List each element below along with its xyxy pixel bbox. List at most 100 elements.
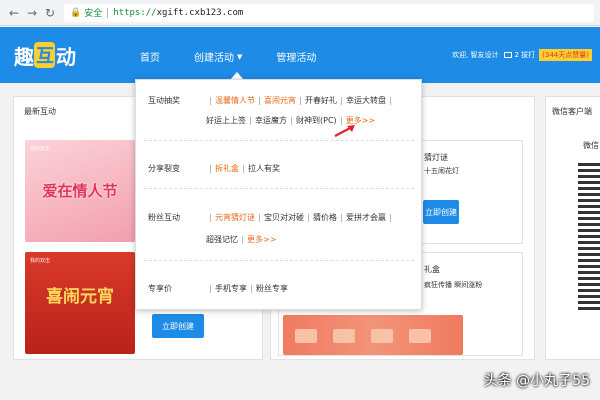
group-exclusive-line1: 手机专享 粉丝专享: [206, 283, 288, 294]
divider: [250, 116, 251, 125]
group-divider: [144, 188, 414, 189]
group-divider: [144, 260, 414, 261]
group-divider: [144, 140, 414, 141]
nav-manage-label: 管理活动: [276, 53, 317, 64]
nav-create-activity[interactable]: 创建活动 ▼: [194, 49, 243, 65]
logo-char-1: 趣: [14, 44, 34, 69]
nav-home-label: 首页: [140, 53, 160, 64]
divider: [291, 116, 292, 125]
qr-code: [578, 160, 600, 310]
user-area: 欢迎, 智友设计 2 拔打 (344天点赞量): [452, 49, 592, 61]
divider: [259, 213, 260, 222]
menu-item-guess-price[interactable]: 猜价格: [313, 212, 337, 223]
divider: [341, 213, 342, 222]
url-divider: [107, 7, 109, 18]
menu-item-mobile-exclusive[interactable]: 手机专享: [215, 283, 247, 294]
divider: [390, 96, 391, 105]
divider: [210, 96, 211, 105]
nav-home[interactable]: 首页: [140, 49, 160, 64]
divider: [210, 164, 211, 173]
menu-item-memory[interactable]: 超强记忆: [206, 234, 238, 245]
top-nav: 首页 创建活动 ▼ 管理活动: [140, 49, 350, 65]
promo-item: [295, 329, 317, 343]
group-fans-label: 粉丝互动: [148, 213, 180, 222]
menu-item-fight-to-win[interactable]: 爱拼才会赢: [346, 212, 386, 223]
chevron-down-icon: ▼: [237, 52, 243, 61]
menu-item-god-of-wealth[interactable]: 财神到(PC): [296, 115, 337, 126]
menu-item-invite-reward[interactable]: 拉人有奖: [248, 163, 280, 174]
watermark: 头条 @小丸子55: [483, 373, 590, 389]
menu-item-more-fans[interactable]: 更多>>: [247, 234, 276, 245]
user-greeting[interactable]: 欢迎, 智友设计: [452, 50, 498, 60]
messages-link[interactable]: 2 拔打: [504, 50, 535, 60]
back-icon[interactable]: ←: [6, 5, 22, 21]
promo-item: [371, 329, 393, 343]
logo-char-3: 动: [56, 44, 76, 69]
card-title: 爱在情人节: [42, 182, 118, 200]
divider: [243, 164, 244, 173]
messages-label: 2 拔打: [514, 51, 536, 59]
create-now-button[interactable]: 立即创建: [152, 314, 204, 338]
reload-icon[interactable]: ↻: [42, 5, 58, 21]
create-riddle-button[interactable]: 立即创建: [423, 200, 459, 224]
lantern-festival-template-card[interactable]: 我的双击 喜闹元宵: [25, 252, 135, 354]
promo-strip: [283, 315, 463, 355]
group-exclusive-label: 专享价: [148, 284, 172, 293]
menu-item-giftbox[interactable]: 拆礼盒: [215, 163, 239, 174]
menu-item-lucky-wheel[interactable]: 幸运大转盘: [346, 95, 386, 106]
annotation-arrow-icon: [334, 125, 355, 137]
wechat-client-title: 微信客户端: [552, 107, 592, 116]
menu-item-fan-exclusive[interactable]: 粉丝专享: [256, 283, 288, 294]
divider: [300, 96, 301, 105]
nav-manage-activity[interactable]: 管理活动: [276, 49, 316, 64]
valentine-template-card[interactable]: 我的双击 爱在情人节: [25, 140, 135, 242]
divider: [242, 235, 243, 244]
group-lottery-label: 互动抽奖: [148, 96, 180, 105]
url-scheme: https://: [113, 7, 157, 18]
divider: [210, 213, 211, 222]
create-activity-dropdown: 互动抽奖 温馨情人节 喜闹元宵 开春好礼 幸运大转盘 好运上上签 幸运魔方 财神…: [135, 79, 422, 310]
logo-char-2: 互: [34, 42, 55, 68]
divider: [259, 96, 260, 105]
card-tag: 我的双击: [30, 258, 51, 264]
days-badge[interactable]: (344天点赞量): [539, 49, 592, 61]
group-lottery-line1: 温馨情人节 喜闹元宵 开春好礼 幸运大转盘: [206, 95, 395, 106]
site-logo[interactable]: 趣 互 动: [14, 41, 76, 69]
promo-item: [409, 329, 431, 343]
group-fans-line2: 超强记忆 更多>>: [206, 234, 276, 245]
browser-address-bar: ← → ↻ 🔒 安全 https://xgift.cxb123.com: [0, 0, 600, 26]
promo-item: [333, 329, 355, 343]
divider: [251, 284, 252, 293]
lock-icon: 🔒: [70, 7, 82, 18]
site-header: 趣 互 动 首页 创建活动 ▼ 管理活动 欢迎, 智友设计 2 拔打 (344天点…: [0, 27, 600, 83]
menu-item-valentine[interactable]: 温馨情人节: [215, 95, 255, 106]
latest-activity-title: 最新互动: [24, 107, 56, 116]
group-share-line1: 拆礼盒 拉人有奖: [206, 163, 280, 174]
divider: [390, 213, 391, 222]
menu-item-magic-cube[interactable]: 幸运魔方: [255, 115, 287, 126]
nav-create-label: 创建活动: [194, 53, 234, 64]
group-fans-line1: 元宵猜灯谜 宝贝对对碰 猜价格 爱拼才会赢: [206, 212, 395, 223]
divider: [341, 96, 342, 105]
url-host: xgift.cxb123.com: [156, 7, 244, 18]
url-bar[interactable]: 🔒 安全 https://xgift.cxb123.com: [64, 3, 594, 22]
group-share-label: 分享裂变: [148, 164, 180, 173]
menu-item-match-pairs[interactable]: 宝贝对对碰: [264, 212, 304, 223]
giftbox-subtitle: 疯狂传播 瞬间涨粉: [424, 281, 483, 289]
card-title: 喜闹元宵: [46, 287, 114, 307]
mail-icon: [504, 52, 513, 58]
menu-item-spring-gift[interactable]: 开春好礼: [305, 95, 337, 106]
divider: [210, 284, 211, 293]
forward-icon[interactable]: →: [24, 5, 40, 21]
menu-item-fortune-stick[interactable]: 好运上上签: [206, 115, 246, 126]
url-text: https://xgift.cxb123.com: [113, 8, 243, 18]
giftbox-title: 礼盒: [424, 265, 440, 274]
riddle-title: 猜灯谜: [424, 153, 448, 162]
menu-item-lantern[interactable]: 喜闹元宵: [264, 95, 296, 106]
card-tag: 我的双击: [30, 146, 51, 152]
wechat-sub: 微信: [583, 141, 599, 150]
divider: [308, 213, 309, 222]
riddle-subtitle: 十五闹花灯: [424, 167, 459, 175]
menu-item-lantern-riddle[interactable]: 元宵猜灯谜: [215, 212, 255, 223]
secure-label: 安全: [84, 9, 103, 19]
